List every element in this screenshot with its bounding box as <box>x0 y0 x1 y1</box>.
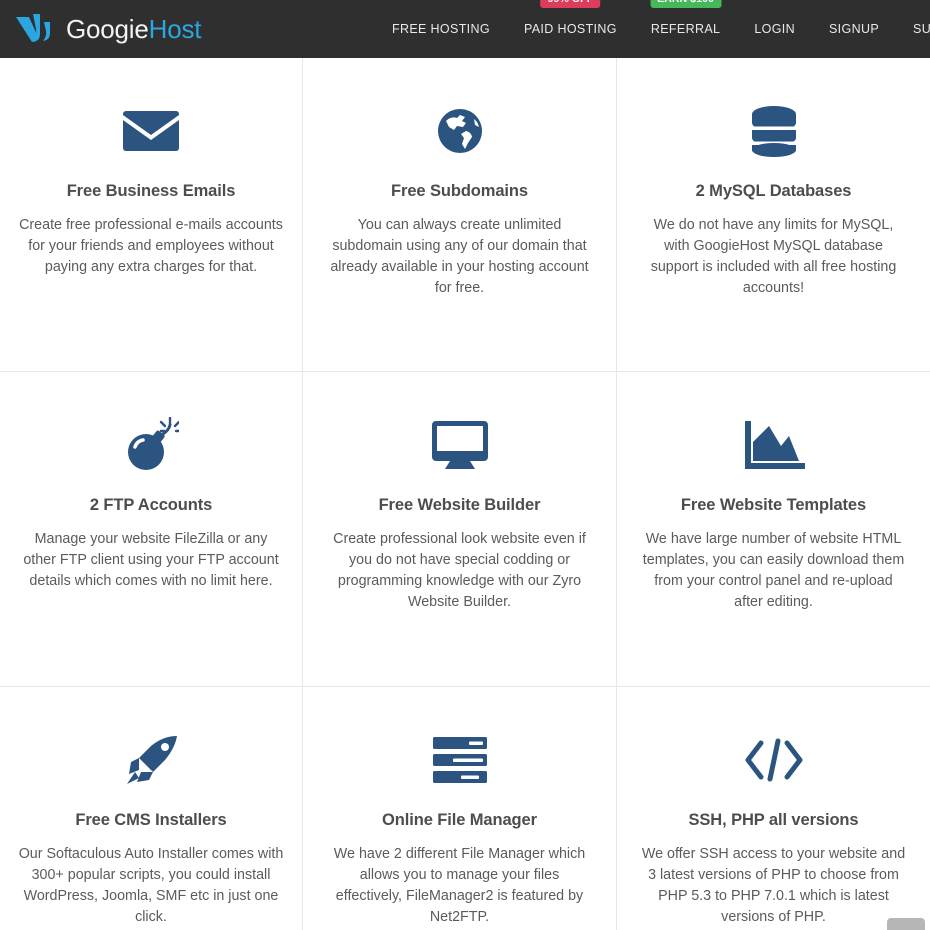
feature-description: Create free professional e-mails account… <box>19 217 283 276</box>
feature-card-cms-installers: Free CMS Installers Our Softaculous Auto… <box>0 687 303 930</box>
googiehost-logo-icon <box>14 12 60 46</box>
feature-description: Create professional look website even if… <box>333 531 586 611</box>
feature-card-free-subdomains: Free Subdomains You can always create un… <box>303 58 617 372</box>
feature-title: Free Website Builder <box>378 496 541 514</box>
nav-label: REFERRAL <box>650 22 721 36</box>
feature-title: Online File Manager <box>382 811 537 829</box>
feature-card-file-manager: Online File Manager We have 2 different … <box>303 687 617 930</box>
brand-text-primary: Googie <box>66 14 149 44</box>
feature-description: You can always create unlimited subdomai… <box>330 217 589 297</box>
page-root: GoogieHost FREE HOSTING 99% OFF PAID HOS… <box>0 0 930 930</box>
brand-logo[interactable]: GoogieHost <box>14 0 202 58</box>
feature-card-free-business-emails: Free Business Emails Create free profess… <box>0 58 303 372</box>
server-icon <box>319 731 600 789</box>
nav-label: LOGIN <box>754 22 795 36</box>
nav-label: SIGNUP <box>828 22 880 36</box>
nav-item-paid-hosting[interactable]: 99% OFF PAID HOSTING <box>507 0 634 58</box>
features-grid: Free Business Emails Create free profess… <box>0 58 930 930</box>
nav-badge-discount: 99% OFF <box>540 0 601 8</box>
feature-title: 2 MySQL Databases <box>695 182 852 200</box>
globe-icon <box>319 102 600 160</box>
feature-title: Free Website Templates <box>680 496 867 514</box>
nav-item-signup[interactable]: SIGNUP <box>812 0 896 58</box>
brand-text-accent: Host <box>148 14 202 44</box>
feature-description: We have 2 different File Manager which a… <box>333 846 586 926</box>
feature-description: We do not have any limits for MySQL, wit… <box>650 217 897 297</box>
feature-description: We have large number of website HTML tem… <box>642 531 905 611</box>
database-icon <box>633 102 914 160</box>
monitor-icon <box>319 416 600 474</box>
main-nav: FREE HOSTING 99% OFF PAID HOSTING EARN $… <box>392 0 930 58</box>
nav-label: FREE HOSTING <box>392 22 490 36</box>
area-chart-icon <box>633 416 914 474</box>
feature-title: Free Business Emails <box>66 182 236 200</box>
feature-description: We offer SSH access to your website and … <box>641 846 906 926</box>
feature-card-ftp-accounts: 2 FTP Accounts Manage your website FileZ… <box>0 372 303 687</box>
feature-title: 2 FTP Accounts <box>89 496 213 514</box>
feature-card-ssh-php: SSH, PHP all versions We offer SSH acces… <box>617 687 930 930</box>
envelope-icon <box>16 102 286 160</box>
rocket-icon <box>16 731 286 789</box>
feature-description: Manage your website FileZilla or any oth… <box>23 531 279 590</box>
nav-label: PAID HOSTING <box>523 22 617 36</box>
nav-badge-referral: EARN $100 <box>650 0 722 8</box>
site-header: GoogieHost FREE HOSTING 99% OFF PAID HOS… <box>0 0 930 58</box>
feature-title: Free CMS Installers <box>75 811 227 829</box>
nav-item-free-hosting[interactable]: FREE HOSTING <box>392 0 507 58</box>
nav-item-login[interactable]: LOGIN <box>737 0 812 58</box>
nav-item-referral[interactable]: EARN $100 REFERRAL <box>634 0 737 58</box>
brand-text: GoogieHost <box>66 14 202 44</box>
feature-card-mysql-databases: 2 MySQL Databases We do not have any lim… <box>617 58 930 372</box>
code-brackets-icon <box>633 731 914 789</box>
feature-title: SSH, PHP all versions <box>688 811 859 829</box>
feature-description: Our Softaculous Auto Installer comes wit… <box>18 846 284 926</box>
feature-card-website-templates: Free Website Templates We have large num… <box>617 372 930 687</box>
feature-card-website-builder: Free Website Builder Create professional… <box>303 372 617 687</box>
bomb-icon <box>16 416 286 474</box>
feature-title: Free Subdomains <box>391 182 528 200</box>
nav-label: SUPPORT <box>913 22 930 36</box>
scroll-to-top-icon[interactable] <box>887 918 925 930</box>
nav-item-support[interactable]: SUPPORT <box>896 0 930 58</box>
